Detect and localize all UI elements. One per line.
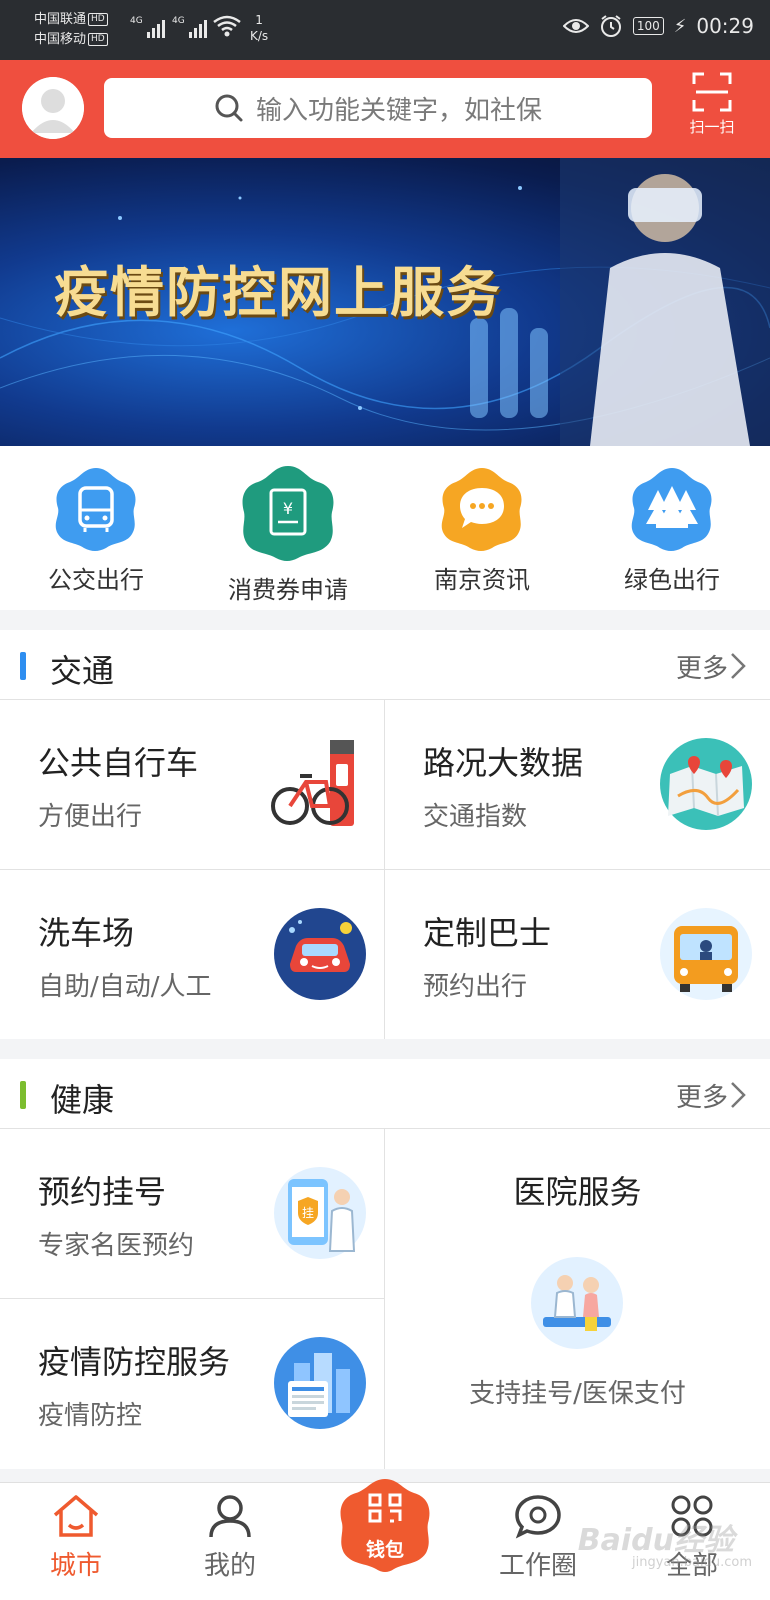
card-appointment[interactable]: 预约挂号 专家名医预约 挂 xyxy=(0,1129,384,1298)
card-custom-bus[interactable]: 定制巴士 预约出行 xyxy=(385,870,770,1039)
card-car-wash[interactable]: 洗车场 自助/自动/人工 xyxy=(0,870,384,1039)
scan-button[interactable]: 扫一扫 xyxy=(680,72,744,137)
status-bar: 中国联通 HD 中国移动 HD 4G 4G 1 K/s 100 ⚡ 00:29 xyxy=(0,0,770,60)
card-subtitle: 交通指数 xyxy=(423,802,528,832)
work-circle-icon xyxy=(515,1495,561,1539)
chevron-right-icon[interactable] xyxy=(730,1081,746,1109)
hospital-icon xyxy=(531,1257,623,1349)
card-title: 预约挂号 xyxy=(38,1173,167,1211)
voucher-icon: ¥ xyxy=(242,466,334,561)
city-icon xyxy=(274,1337,366,1429)
bus-icon xyxy=(55,468,136,551)
quick-service-label: 公交出行 xyxy=(48,566,144,594)
car-wash-icon xyxy=(274,908,366,1000)
card-traffic-data[interactable]: 路况大数据 交通指数 xyxy=(385,700,770,869)
card-hospital-service[interactable]: 医院服务 支持挂号/医保支付 xyxy=(385,1129,770,1469)
quick-service-label: 南京资讯 xyxy=(434,566,530,594)
app-header: 输入功能关键字，如社保 扫一扫 xyxy=(0,60,770,158)
card-subtitle: 专家名医预约 xyxy=(38,1231,195,1261)
search-input[interactable]: 输入功能关键字，如社保 xyxy=(104,78,652,138)
chevron-right-icon[interactable] xyxy=(730,652,746,680)
svg-text:挂: 挂 xyxy=(302,1206,314,1220)
quick-service-green[interactable]: 绿色出行 xyxy=(582,464,762,595)
user-avatar-icon xyxy=(22,77,84,139)
quick-service-voucher[interactable]: ¥ 消费券申请 xyxy=(198,462,378,605)
baidu-watermark-url: jingyan.baidu.com xyxy=(632,1555,752,1570)
trees-icon xyxy=(631,468,712,551)
clock-time: 00:29 xyxy=(696,14,754,38)
card-public-bike[interactable]: 公共自行车 方便出行 xyxy=(0,700,384,869)
alarm-icon xyxy=(600,15,621,37)
user-icon xyxy=(209,1495,251,1538)
signal-icon: 4G xyxy=(172,16,207,38)
section-title: 交通 xyxy=(50,652,115,690)
nav-item-wallet[interactable]: 钱包 xyxy=(336,1475,434,1573)
nav-label: 我的 xyxy=(203,1551,256,1581)
section-header-health: 健康 更多 xyxy=(0,1059,770,1129)
eye-comfort-icon xyxy=(562,19,589,33)
card-title: 疫情防控服务 xyxy=(38,1343,231,1381)
hd-badge: HD xyxy=(88,33,108,46)
card-epidemic-service[interactable]: 疫情防控服务 疫情防控 xyxy=(0,1299,384,1469)
avatar[interactable] xyxy=(22,77,84,139)
nav-label: 城市 xyxy=(49,1551,102,1581)
card-title: 路况大数据 xyxy=(423,744,584,782)
bottom-navigation: 城市 我的 钱包 工作圈 全部 Baidu经验 jingyan.baidu.co… xyxy=(0,1479,770,1600)
signal-icon: 4G xyxy=(130,16,165,38)
card-subtitle: 方便出行 xyxy=(38,802,143,832)
network-speed: 1 K/s xyxy=(250,13,269,43)
chat-bubble-icon xyxy=(441,468,522,551)
divider xyxy=(384,700,385,1039)
battery-icon: 100 xyxy=(632,17,664,35)
card-title: 洗车场 xyxy=(38,914,135,952)
quick-service-news[interactable]: 南京资讯 xyxy=(392,464,572,595)
carrier-1: 中国联通 xyxy=(34,12,87,27)
quick-service-label: 绿色出行 xyxy=(624,566,720,594)
banner-title: 疫情防控网上服务 xyxy=(54,261,502,324)
carrier-info: 中国联通 HD 中国移动 HD xyxy=(34,10,108,50)
card-subtitle: 支持挂号/医保支付 xyxy=(469,1379,686,1409)
card-title: 医院服务 xyxy=(513,1173,642,1211)
scan-label: 扫一扫 xyxy=(689,118,735,136)
search-placeholder: 输入功能关键字，如社保 xyxy=(255,95,542,126)
charging-icon: ⚡ xyxy=(673,15,687,37)
section-header-traffic: 交通 更多 xyxy=(0,630,770,700)
divider xyxy=(384,1129,385,1469)
card-title: 定制巴士 xyxy=(423,914,552,952)
card-title: 公共自行车 xyxy=(38,744,199,782)
quick-service-bus[interactable]: 公交出行 xyxy=(6,464,186,595)
nav-item-city[interactable]: 城市 xyxy=(16,1493,136,1582)
scan-icon xyxy=(692,72,732,112)
nav-item-mine[interactable]: 我的 xyxy=(170,1493,290,1582)
search-icon xyxy=(215,94,243,122)
quick-services: 公交出行 ¥ 消费券申请 南京资讯 绿色出行 xyxy=(0,446,770,610)
card-subtitle: 自助/自动/人工 xyxy=(38,972,212,1002)
more-link[interactable]: 更多 xyxy=(676,1077,728,1114)
carrier-2: 中国移动 xyxy=(34,32,87,47)
map-icon xyxy=(660,738,752,830)
svg-text:¥: ¥ xyxy=(283,499,293,518)
section-accent-bar xyxy=(20,652,26,680)
baidu-watermark: Baidu经验 xyxy=(577,1523,734,1558)
quick-service-label: 消费券申请 xyxy=(228,576,348,604)
registration-icon: 挂 xyxy=(274,1167,366,1259)
wifi-icon xyxy=(213,15,241,37)
nav-label: 钱包 xyxy=(365,1539,404,1561)
home-icon xyxy=(53,1495,99,1537)
section-title: 健康 xyxy=(50,1081,115,1119)
hd-badge: HD xyxy=(88,13,108,26)
bus-icon xyxy=(660,908,752,1000)
card-subtitle: 预约出行 xyxy=(423,972,528,1002)
promo-banner[interactable]: 疫情防控网上服务 xyxy=(0,158,770,446)
bicycle-icon xyxy=(271,740,354,826)
card-subtitle: 疫情防控 xyxy=(38,1401,143,1431)
section-accent-bar xyxy=(20,1081,26,1109)
more-link[interactable]: 更多 xyxy=(676,648,728,685)
